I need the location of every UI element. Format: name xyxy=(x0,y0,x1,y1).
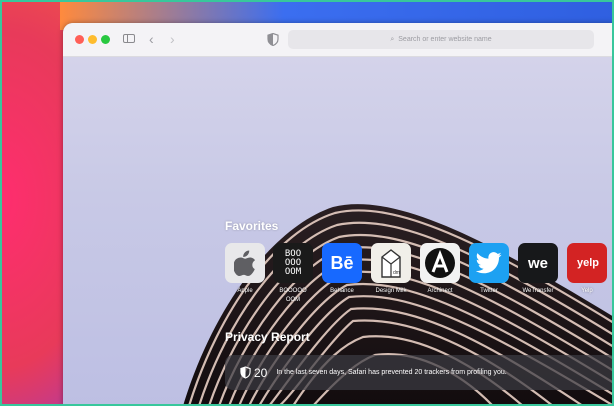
favorite-boooooooom[interactable]: BOO OOO OOM BOOOOOOOM xyxy=(271,243,315,305)
privacy-report-message: In the last seven days, Safari has preve… xyxy=(276,369,507,376)
favorite-label: Archinect xyxy=(427,288,453,294)
browser-toolbar: ‹ › ⌕ Search or enter website name xyxy=(63,23,614,57)
favorite-archinect[interactable]: Archinect xyxy=(418,243,462,296)
start-page: Favorites Apple BOO OOO OOM BOOOOOOOM Bē… xyxy=(63,57,614,406)
building-background-image xyxy=(183,204,614,406)
favorites-heading: Favorites xyxy=(225,219,279,233)
favorite-label: WeTransfer xyxy=(522,288,554,294)
yelp-logo-icon: yelp xyxy=(567,243,607,283)
svg-text:dm: dm xyxy=(393,270,400,276)
favorite-wetransfer[interactable]: we WeTransfer xyxy=(516,243,560,296)
favorite-label: Apple xyxy=(237,288,253,294)
sidebar-toggle-icon[interactable] xyxy=(123,34,135,43)
favorite-yelp[interactable]: yelp Yelp xyxy=(565,243,609,296)
favorite-label: Yelp xyxy=(581,288,593,294)
forward-button[interactable]: › xyxy=(170,30,175,48)
back-button[interactable]: ‹ xyxy=(149,30,154,48)
search-icon: ⌕ xyxy=(390,35,395,43)
favorite-label: Twitter xyxy=(480,288,498,294)
favorite-label: Behance xyxy=(330,288,354,294)
privacy-shield-icon[interactable] xyxy=(267,33,279,46)
zoom-window-button[interactable] xyxy=(101,35,110,44)
favorite-twitter[interactable]: Twitter xyxy=(467,243,511,296)
boooom-logo-icon: BOO OOO OOM xyxy=(273,243,313,283)
privacy-report-heading: Privacy Report xyxy=(225,330,310,344)
privacy-report-card[interactable]: 20 In the last seven days, Safari has pr… xyxy=(225,355,614,390)
address-bar[interactable]: ⌕ Search or enter website name xyxy=(288,30,594,49)
close-window-button[interactable] xyxy=(75,35,84,44)
minimize-window-button[interactable] xyxy=(88,35,97,44)
trackers-blocked-count: 20 xyxy=(254,365,268,380)
shield-icon xyxy=(240,366,251,379)
safari-window: ‹ › ⌕ Search or enter website name Favor… xyxy=(63,23,614,406)
design-milk-logo-icon: dm xyxy=(371,243,411,283)
favorite-apple[interactable]: Apple xyxy=(223,243,267,296)
address-placeholder: Search or enter website name xyxy=(398,36,492,43)
favorite-label: BOOOOOOOM xyxy=(279,288,307,303)
favorite-label: Design Milk xyxy=(375,288,407,294)
apple-logo-icon xyxy=(225,243,265,283)
favorite-design-milk[interactable]: dm Design Milk xyxy=(369,243,413,296)
archinect-logo-icon xyxy=(420,243,460,283)
wetransfer-logo-icon: we xyxy=(518,243,558,283)
behance-logo-icon: Bē xyxy=(322,243,362,283)
twitter-logo-icon xyxy=(469,243,509,283)
favorite-behance[interactable]: Bē Behance xyxy=(320,243,364,296)
